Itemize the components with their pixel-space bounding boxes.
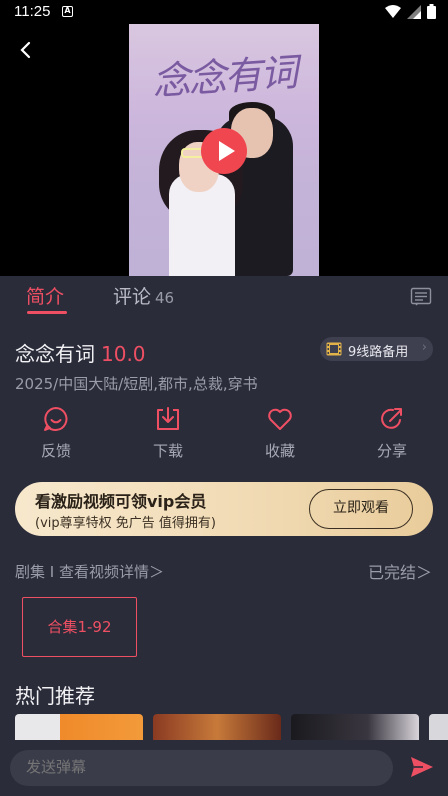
status-bar: 11:25 A [0, 0, 448, 24]
feedback-icon [44, 407, 68, 431]
vip-banner-title: 看激励视频可领vip会员 [35, 492, 207, 511]
feedback-label: 反馈 [40, 442, 71, 460]
download-label: 下载 [152, 442, 183, 460]
play-button[interactable] [201, 128, 247, 174]
tab-comments[interactable]: 评论 46 [113, 282, 174, 309]
recommend-thumbnail[interactable] [15, 714, 143, 740]
danmaku-input[interactable] [10, 750, 393, 786]
action-row: 反馈 下载 收藏 分享 [0, 402, 448, 464]
share-button[interactable]: 分享 [352, 402, 432, 461]
download-icon [157, 407, 179, 430]
show-meta: 2025/中国大陆/短剧,都市,总裁,穿书 [15, 375, 258, 393]
share-label: 分享 [376, 442, 407, 460]
notification-icon: A [62, 6, 73, 17]
send-icon[interactable] [410, 756, 434, 778]
signal-icon [407, 4, 421, 19]
backup-lines-button[interactable]: 9线路备用 › [320, 337, 433, 361]
hot-recommend-list[interactable] [0, 714, 448, 740]
status-time: 11:25 [14, 3, 51, 20]
chevron-right-icon: › [421, 340, 427, 355]
tab-comments-count: 46 [155, 289, 175, 307]
poster-title: 念念有词 [150, 50, 298, 104]
backup-lines-label: 9线路备用 [348, 345, 409, 360]
show-score: 10.0 [101, 342, 146, 366]
recommend-thumbnail[interactable] [429, 714, 448, 740]
download-button[interactable]: 下载 [128, 402, 208, 461]
episode-item[interactable]: 合集1-92 [22, 597, 137, 657]
episodes-header-link[interactable]: 剧集 I 查看视频详情＞ [15, 561, 164, 582]
film-icon [326, 342, 342, 356]
status-icons [385, 4, 436, 19]
battery-icon [427, 4, 436, 19]
episodes-status-link[interactable]: 已完结＞ [368, 559, 432, 583]
vip-banner[interactable]: 看激励视频可领vip会员 (vip尊享特权 免广告 值得拥有) 立即观看 [15, 482, 433, 536]
back-arrow-icon[interactable] [14, 38, 38, 62]
hot-recommend-title: 热门推荐 [15, 684, 95, 708]
favorite-button[interactable]: 收藏 [240, 402, 320, 461]
tab-bar: 简介 评论 46 [0, 276, 448, 320]
tab-comments-label: 评论 [113, 286, 152, 308]
heart-icon [268, 408, 292, 430]
wifi-icon [385, 4, 401, 18]
watch-now-button[interactable]: 立即观看 [309, 489, 413, 529]
share-icon [381, 408, 402, 429]
vip-banner-subtitle: (vip尊享特权 免广告 值得拥有) [35, 516, 216, 531]
danmaku-list-icon[interactable] [410, 286, 432, 308]
feedback-button[interactable]: 反馈 [16, 402, 96, 461]
danmaku-bar [0, 740, 448, 796]
tab-active-indicator [27, 311, 67, 314]
show-title-row: 念念有词 10.0 [15, 338, 146, 367]
recommend-thumbnail[interactable] [291, 714, 419, 740]
video-player[interactable]: 念念有词 [0, 24, 448, 276]
recommend-thumbnail[interactable] [153, 714, 281, 740]
tab-intro[interactable]: 简介 [26, 282, 64, 309]
show-title: 念念有词 [15, 342, 95, 366]
favorite-label: 收藏 [264, 442, 295, 460]
